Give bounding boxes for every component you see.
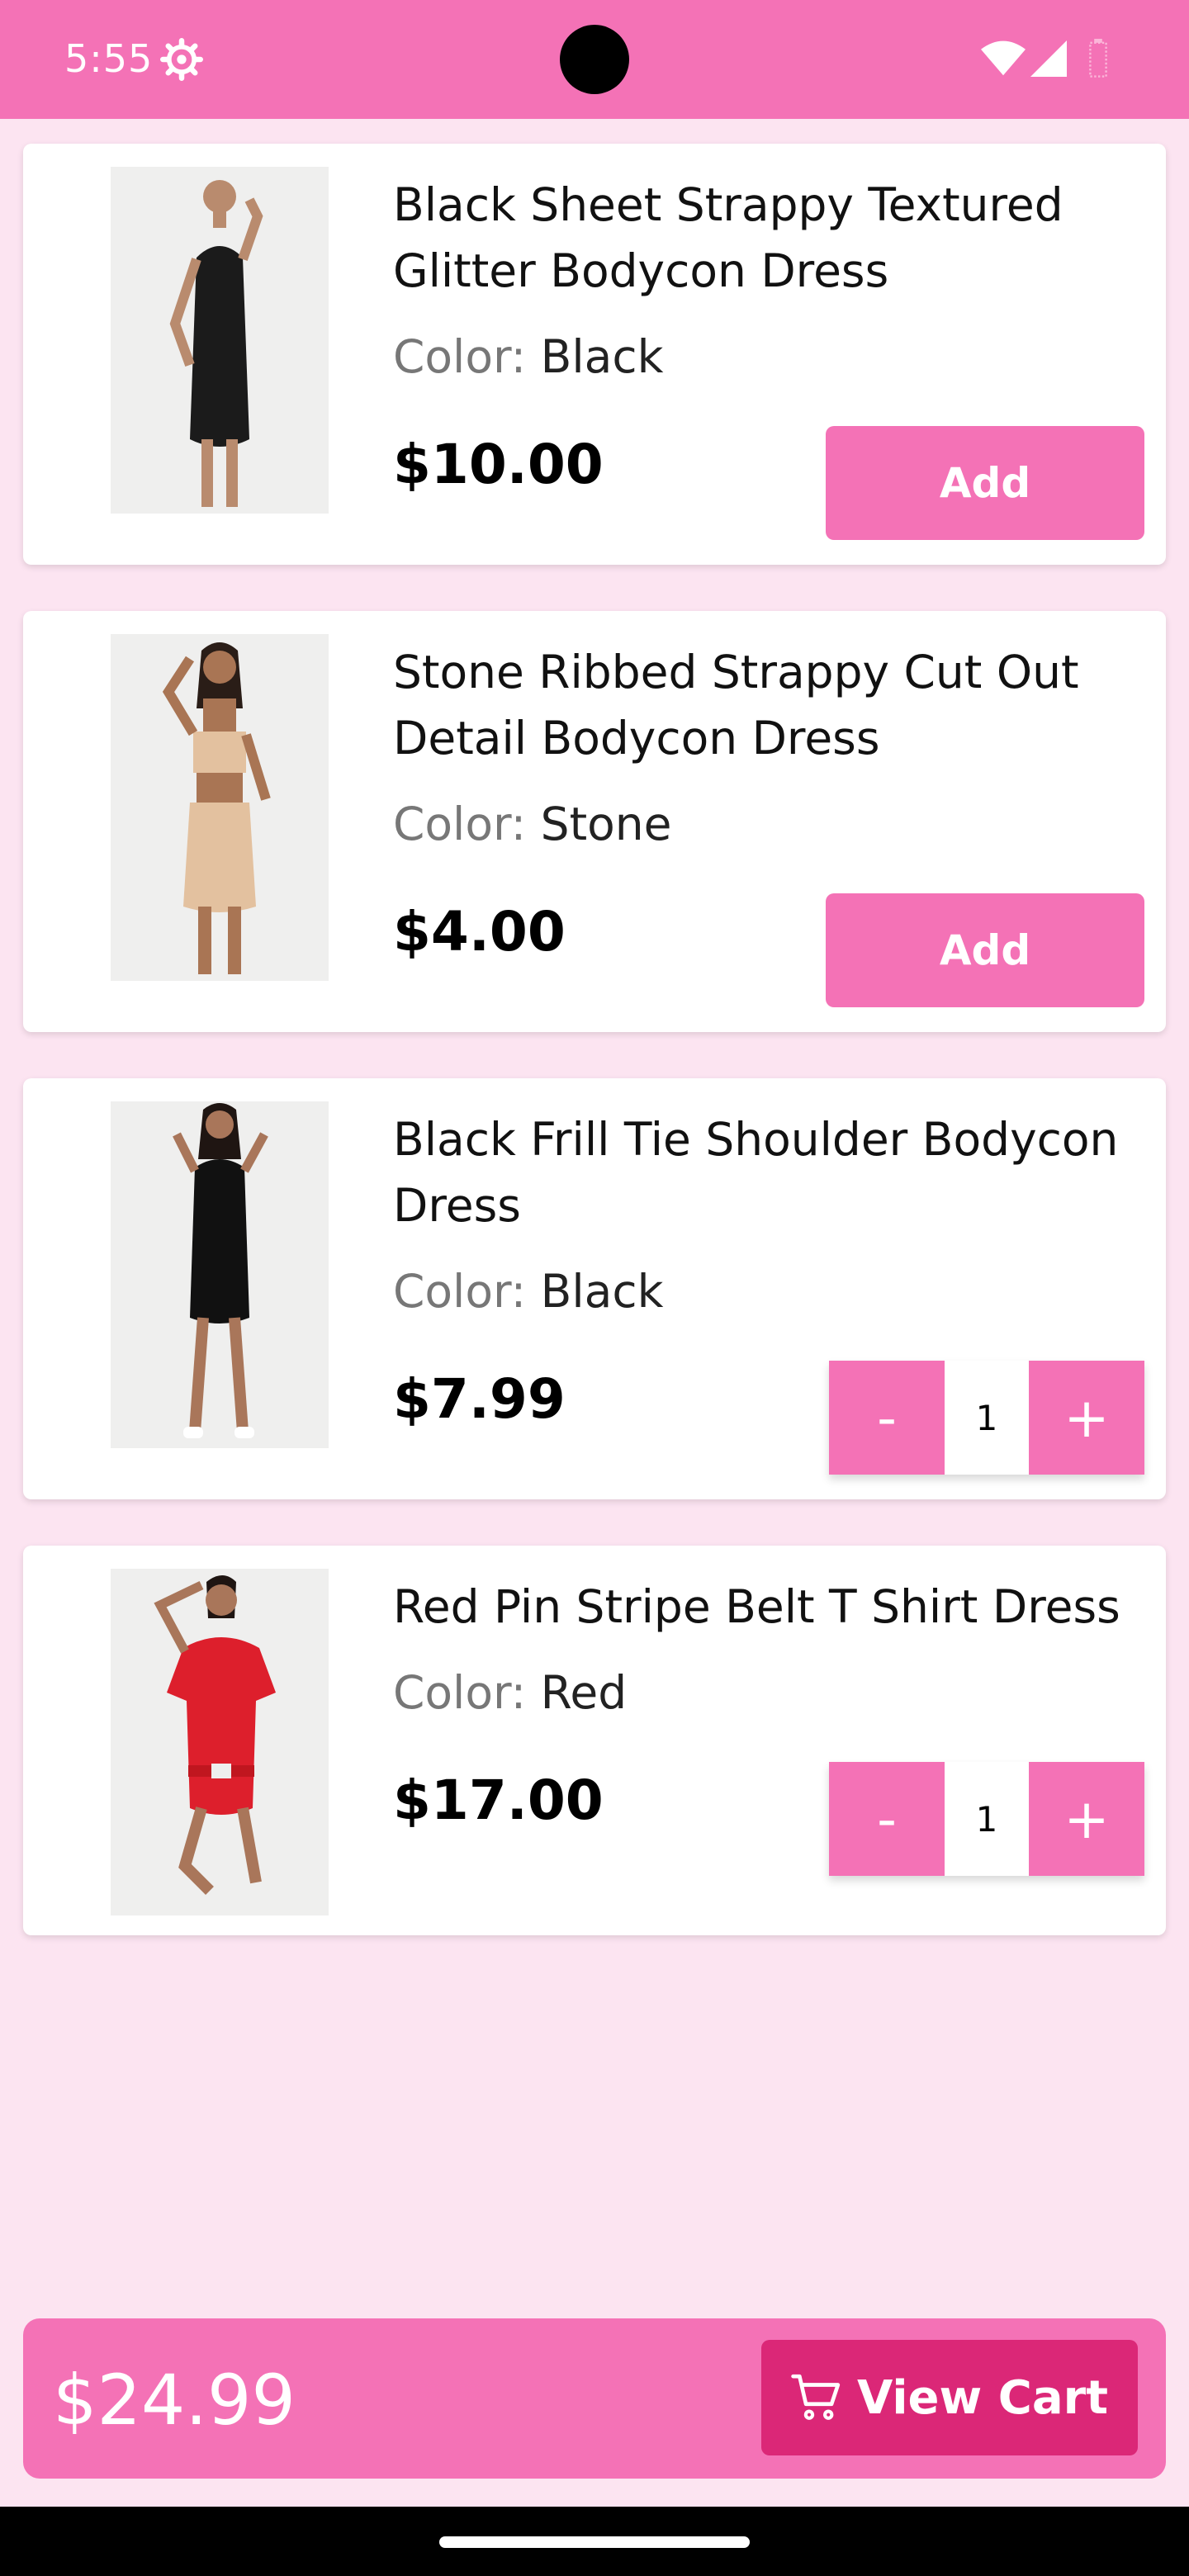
product-card[interactable]: Black Frill Tie Shoulder Bodycon Dress C… — [23, 1078, 1166, 1499]
product-image[interactable] — [111, 167, 329, 514]
product-name: Red Pin Stripe Belt T Shirt Dress — [393, 1580, 1120, 1633]
color-label: Color: — [393, 1666, 527, 1719]
cart-bar: $24.99 View Cart — [23, 2318, 1166, 2479]
camera-cutout — [560, 25, 629, 94]
product-name: Stone Ribbed Strappy Cut Out Detail Body… — [393, 646, 1079, 765]
color-value: Black — [540, 1265, 664, 1318]
decrement-button[interactable]: - — [829, 1361, 945, 1475]
quantity-stepper[interactable]: - 1 + — [829, 1361, 1144, 1475]
gear-icon — [160, 38, 203, 81]
product-image[interactable] — [111, 1101, 329, 1448]
color-value: Red — [540, 1666, 628, 1719]
shopping-cart-icon — [791, 2374, 841, 2420]
decrement-button[interactable]: - — [829, 1762, 945, 1876]
status-bar: 5:55 — [0, 0, 1189, 119]
signal-icon — [1030, 40, 1067, 77]
product-card[interactable]: Red Pin Stripe Belt T Shirt Dress Color:… — [23, 1546, 1166, 1935]
product-price: $7.99 — [393, 1367, 566, 1431]
product-color: Color: Black — [393, 1265, 663, 1318]
color-value: Black — [540, 330, 664, 383]
color-label: Color: — [393, 798, 527, 850]
view-cart-button[interactable]: View Cart — [761, 2340, 1138, 2455]
quantity-stepper[interactable]: - 1 + — [829, 1762, 1144, 1876]
home-indicator[interactable] — [439, 2536, 750, 2548]
product-color: Color: Black — [393, 330, 663, 383]
color-value: Stone — [540, 798, 672, 850]
quantity-value: 1 — [945, 1762, 1029, 1876]
wifi-icon — [981, 40, 1026, 76]
status-time: 5:55 — [64, 36, 154, 81]
product-price: $10.00 — [393, 433, 604, 496]
product-name: Black Frill Tie Shoulder Bodycon Dress — [393, 1113, 1119, 1232]
product-price: $4.00 — [393, 900, 566, 964]
increment-button[interactable]: + — [1029, 1762, 1144, 1876]
product-image[interactable] — [111, 634, 329, 981]
product-color: Color: Stone — [393, 798, 671, 850]
add-button[interactable]: Add — [826, 893, 1144, 1007]
view-cart-label: View Cart — [856, 2370, 1109, 2425]
color-label: Color: — [393, 1265, 527, 1318]
cart-total: $24.99 — [53, 2360, 296, 2441]
product-card[interactable]: Stone Ribbed Strappy Cut Out Detail Body… — [23, 611, 1166, 1032]
battery-icon — [1089, 39, 1107, 78]
quantity-value: 1 — [945, 1361, 1029, 1475]
product-price: $17.00 — [393, 1769, 604, 1832]
increment-button[interactable]: + — [1029, 1361, 1144, 1475]
product-card[interactable]: Black Sheet Strappy Textured Glitter Bod… — [23, 144, 1166, 565]
add-button[interactable]: Add — [826, 426, 1144, 540]
product-image[interactable] — [111, 1569, 329, 1915]
system-nav-bar — [0, 2507, 1189, 2576]
product-color: Color: Red — [393, 1666, 627, 1719]
product-name: Black Sheet Strappy Textured Glitter Bod… — [393, 178, 1063, 297]
color-label: Color: — [393, 330, 527, 383]
